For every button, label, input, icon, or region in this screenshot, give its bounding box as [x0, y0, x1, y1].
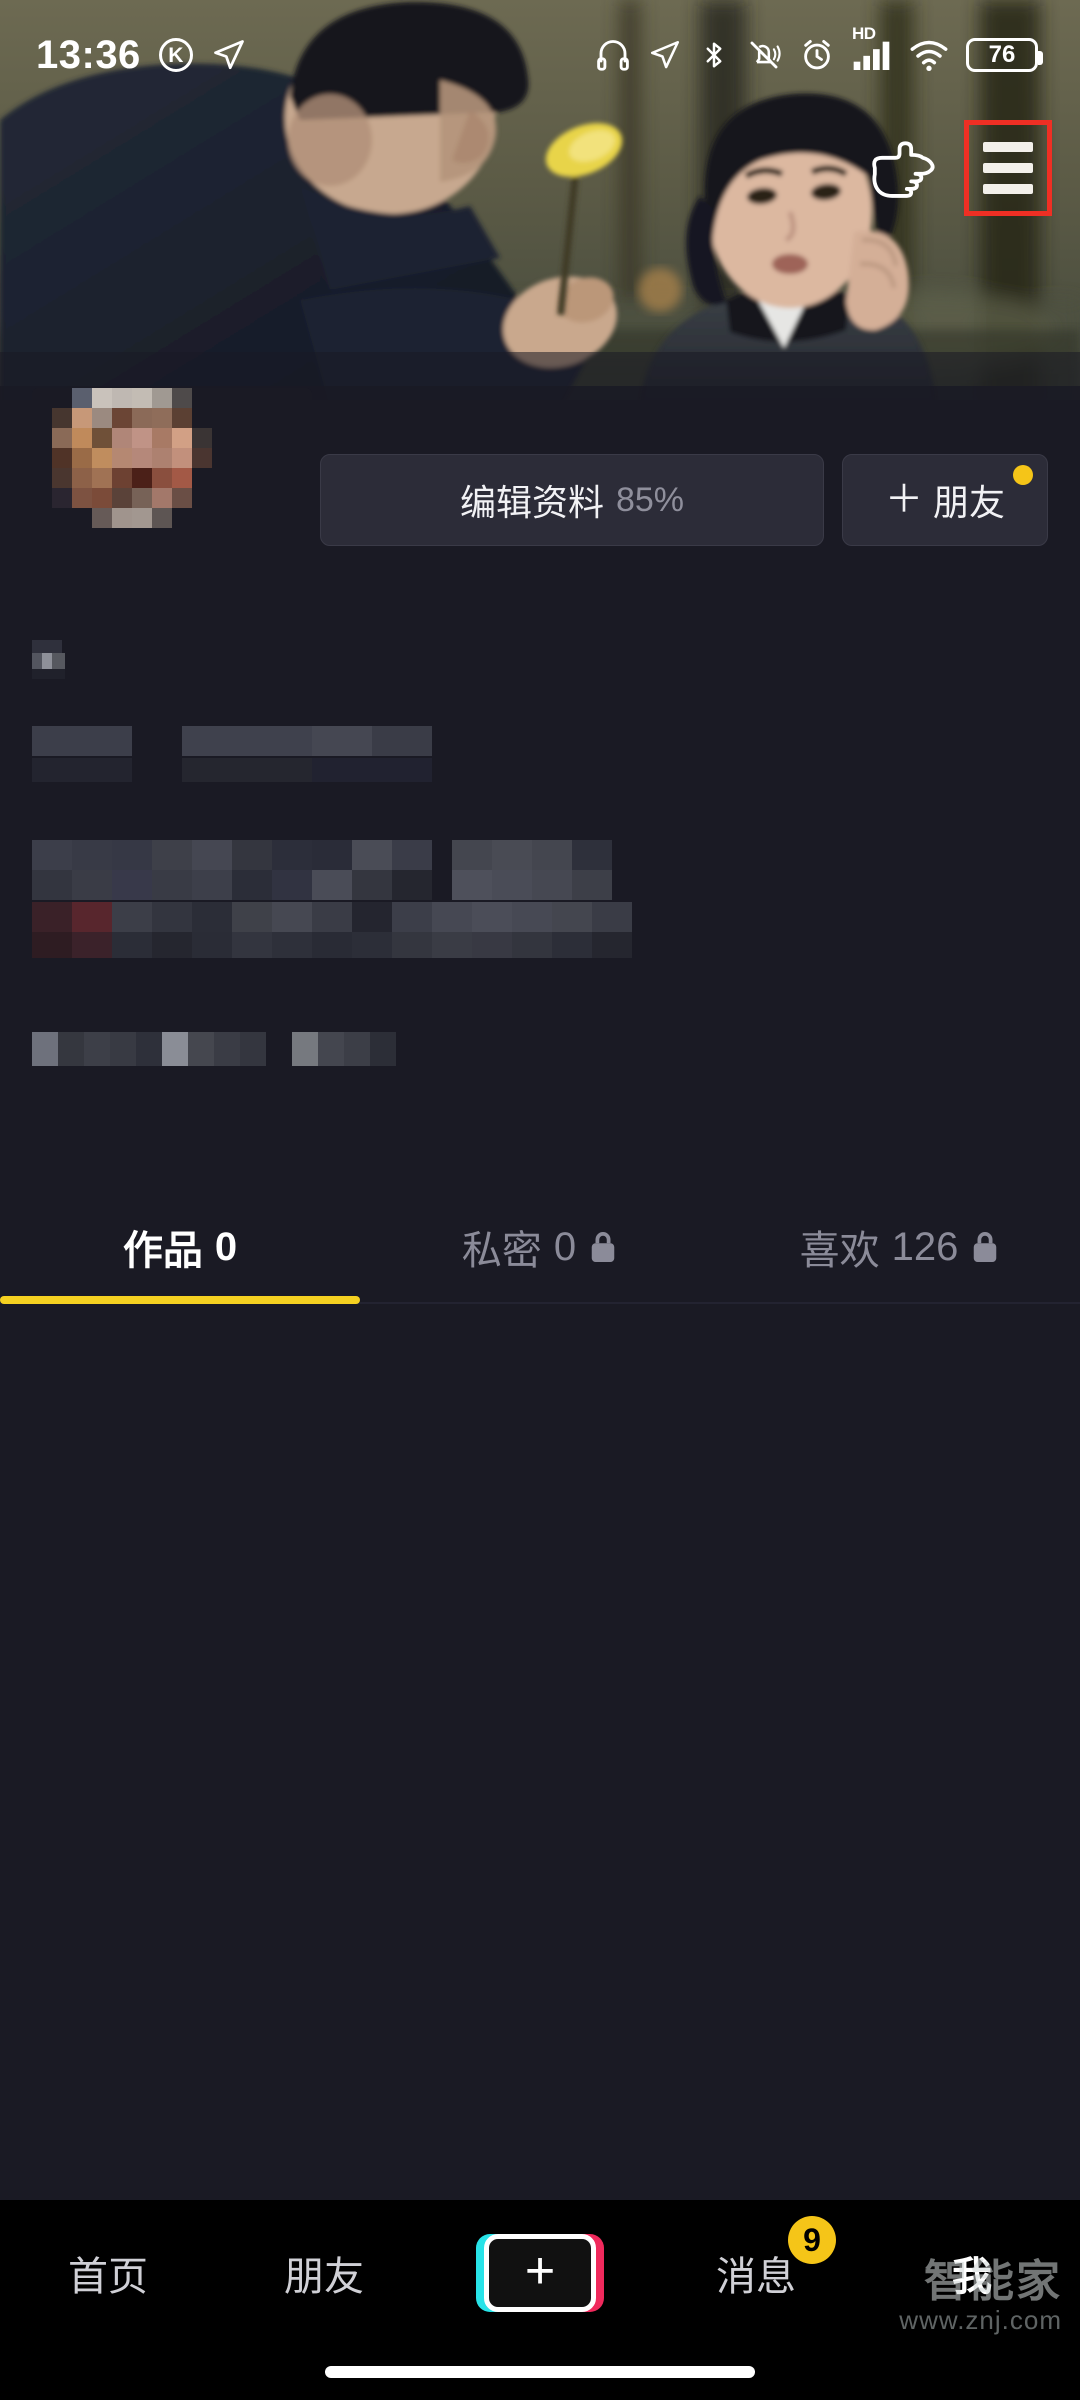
watermark-brand: 智能家	[924, 2256, 1062, 2306]
plus-icon: +	[524, 2242, 556, 2300]
add-friend-button[interactable]: ＋ 朋友	[842, 454, 1048, 546]
tab-private-label: 私密	[461, 1229, 542, 1273]
username-redacted	[32, 640, 1080, 696]
tab-works[interactable]: 作品 0	[0, 1192, 360, 1304]
home-indicator[interactable]	[325, 2366, 755, 2378]
mosaic-avatar-image	[32, 388, 312, 588]
profile-bio-redacted	[32, 840, 1080, 992]
profile-meta-redacted	[32, 722, 1080, 796]
tab-active-indicator	[0, 1296, 360, 1304]
wifi-icon	[910, 40, 948, 71]
add-friend-plus-icon: ＋	[884, 479, 923, 521]
tab-private-count: 0	[553, 1224, 577, 1269]
edit-profile-label: 编辑资料	[459, 482, 604, 523]
profile-section: 编辑资料 85% ＋ 朋友	[0, 388, 1080, 1078]
battery-level: 76	[988, 41, 1016, 68]
tab-likes-count: 126	[891, 1224, 959, 1269]
cover-actions	[866, 120, 1052, 216]
hd-label: HD	[852, 24, 876, 43]
works-content-area	[0, 1306, 1080, 2200]
hamburger-line-2	[983, 163, 1033, 173]
tab-works-label: 作品	[122, 1229, 203, 1273]
nav-messages-label: 消息	[716, 2255, 796, 2299]
create-post-button[interactable]: +	[476, 2234, 604, 2312]
avatar[interactable]	[32, 388, 312, 588]
mute-bell-icon	[750, 41, 781, 69]
menu-button-highlight[interactable]	[964, 120, 1052, 216]
profile-tags-redacted	[32, 1032, 1080, 1078]
tab-likes[interactable]: 喜欢 126	[720, 1192, 1080, 1302]
app-root: 13:36 K HD 76 编辑资料 85% ＋ 朋友 作品 0 私密 0 喜欢…	[0, 0, 1080, 2400]
tab-works-count: 0	[214, 1224, 238, 1269]
edit-profile-button[interactable]: 编辑资料 85%	[320, 454, 824, 546]
tab-likes-label: 喜欢	[799, 1229, 880, 1273]
tab-private[interactable]: 私密 0	[360, 1192, 720, 1302]
site-watermark: 智能家 www.znj.com	[899, 2256, 1062, 2336]
create-button-core: +	[484, 2234, 596, 2312]
hamburger-line-3	[983, 184, 1033, 194]
battery-icon: 76	[966, 38, 1043, 72]
watermark-url: www.znj.com	[899, 2305, 1062, 2335]
status-bar-right: HD 76	[595, 24, 1043, 73]
hamburger-menu-icon[interactable]	[983, 142, 1033, 194]
hamburger-line-1	[983, 142, 1033, 152]
alarm-clock-icon	[804, 40, 830, 70]
pointing-hand-icon	[872, 141, 935, 198]
add-friend-badge-dot	[1013, 465, 1033, 485]
messages-unread-badge: 9	[788, 2216, 836, 2264]
hd-signal-icon: HD	[852, 24, 892, 72]
bluetooth-icon	[706, 42, 722, 68]
profile-header-row: 编辑资料 85% ＋ 朋友	[0, 388, 1080, 588]
mosaic-tags-image	[32, 1032, 512, 1078]
profile-tabs: 作品 0 私密 0 喜欢 126	[0, 1192, 1080, 1304]
mosaic-name-image	[32, 640, 162, 696]
location-arrow-icon	[650, 40, 680, 69]
status-bar: 13:36 K HD 76	[0, 0, 1080, 110]
nav-item-create[interactable]: +	[432, 2218, 648, 2328]
location-arrow-icon	[213, 40, 244, 70]
lock-icon	[591, 1232, 615, 1262]
mosaic-meta-image	[32, 722, 452, 796]
profile-action-buttons: 编辑资料 85% ＋ 朋友	[320, 454, 1048, 546]
lock-icon	[974, 1232, 997, 1262]
nav-item-home[interactable]: 首页	[0, 2218, 216, 2328]
add-friend-label: 朋友	[933, 482, 1006, 523]
k-letter: K	[168, 43, 184, 67]
headphones-icon	[597, 40, 629, 71]
kugou-circle-k-icon: K	[158, 38, 193, 72]
profile-completion-percent: 85%	[615, 480, 685, 519]
nav-home-label: 首页	[68, 2255, 148, 2299]
nav-item-messages[interactable]: 消息 9	[648, 2216, 864, 2328]
status-bar-left: 13:36 K	[36, 35, 247, 75]
nav-friends-label: 朋友	[284, 2255, 364, 2299]
nav-item-friends[interactable]: 朋友	[216, 2218, 432, 2328]
mosaic-bio-image	[32, 840, 672, 992]
status-bar-clock: 13:36	[36, 33, 141, 77]
